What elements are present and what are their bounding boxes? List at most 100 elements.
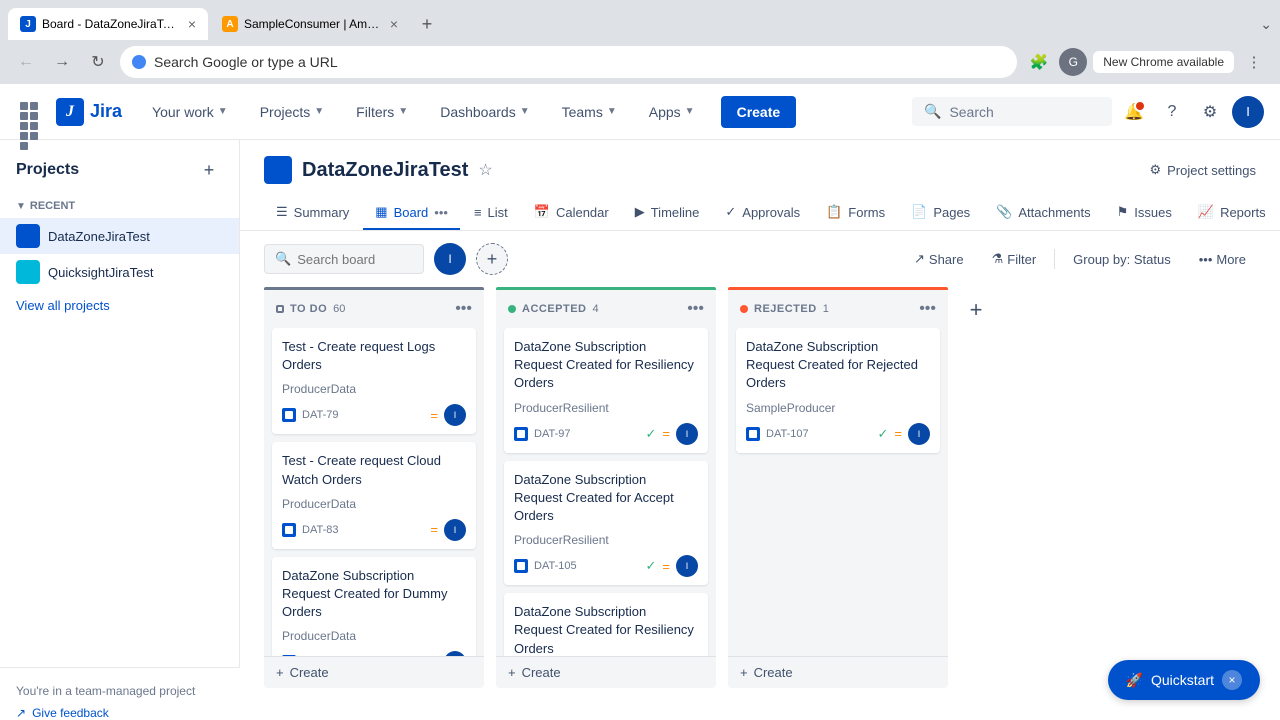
project-settings-button[interactable]: ⚙ Project settings [1149,162,1256,178]
tab-pages[interactable]: 📄 Pages [899,196,982,230]
board-user-avatar[interactable]: I [434,243,466,275]
user-avatar[interactable]: I [1232,96,1264,128]
filter-button[interactable]: ⚗ Filter [982,245,1047,273]
apps-grid-icon[interactable] [16,98,44,126]
issues-icon: ⚑ [1117,204,1129,220]
tab-calendar[interactable]: 📅 Calendar [522,196,621,230]
settings-button[interactable]: ⚙ [1194,96,1226,128]
address-bar[interactable]: Search Google or type a URL [120,46,1017,78]
board-icon: ▦ [375,204,387,220]
nav-your-work[interactable]: Your work ▼ [142,98,238,126]
board-nav-tabs: ☰ Summary ▦ Board ••• ≡ List 📅 Calend [264,196,1256,230]
quickstart-button[interactable]: 🚀 Quickstart × [1108,660,1260,700]
search-box[interactable]: 🔍 Search [912,97,1112,126]
give-feedback-link[interactable]: ↗ Give feedback [16,698,224,720]
tab-overflow-button[interactable]: ⌄ [1260,16,1272,33]
rejected-column-cards: DataZone Subscription Request Created fo… [728,328,948,656]
jira-sidebar: Projects + ▼ RECENT DataZoneJiraTest Qui… [0,140,240,720]
card-dat105[interactable]: DataZone Subscription Request Created fo… [504,461,708,586]
jira-app: J Jira Your work ▼ Projects ▼ Filters ▼ … [0,84,1280,720]
todo-column-cards: Test - Create request Logs Orders Produc… [264,328,484,656]
board-toolbar: 🔍 I + ↗ Share ⚗ Filter Group [240,231,1280,287]
tab-summary[interactable]: ☰ Summary [264,196,361,230]
new-chrome-banner[interactable]: New Chrome available [1093,51,1234,73]
card-dat109[interactable]: DataZone Subscription Request Created fo… [272,557,476,656]
rejected-create-label: Create [754,665,793,680]
accepted-create-button[interactable]: + Create [496,656,716,688]
browser-tab-2[interactable]: A SampleConsumer | Amazon C... × [210,8,410,40]
card-type-icon [514,427,528,441]
share-button[interactable]: ↗ Share [904,245,974,273]
tab2-close[interactable]: × [390,16,398,32]
board-search-input[interactable] [297,252,413,267]
extensions-button[interactable]: 🧩 [1025,48,1053,76]
rejected-column-menu[interactable]: ••• [919,300,936,318]
board-title: DataZoneJiraTest [302,159,468,182]
board-header: DataZoneJiraTest ☆ ⚙ Project settings ☰ … [240,140,1280,231]
forms-icon: 📋 [826,204,842,220]
tab-list[interactable]: ≡ List [462,197,520,230]
card-dat83-footer: DAT-83 = I [282,519,466,541]
nav-apps[interactable]: Apps ▼ [639,98,705,126]
notifications-button[interactable]: 🔔 [1118,96,1150,128]
add-column-button[interactable]: + [960,297,992,323]
jira-logo[interactable]: J Jira [56,98,122,126]
card-dat101[interactable]: DataZone Subscription Request Created fo… [504,593,708,656]
tab-forms[interactable]: 📋 Forms [814,196,897,230]
todo-create-icon: + [276,665,284,680]
nav-filters[interactable]: Filters ▼ [346,98,418,126]
tab-attachments[interactable]: 📎 Attachments [984,196,1102,230]
help-button[interactable]: ? [1156,96,1188,128]
priority-icon: = [430,408,438,423]
profile-button[interactable]: G [1059,48,1087,76]
card-dat105-id: DAT-105 [534,560,640,572]
back-button[interactable]: ← [12,48,40,76]
sidebar-add-button[interactable]: + [195,156,223,184]
card-dat97-author: ProducerResilient [514,401,698,415]
tab1-close[interactable]: × [188,16,196,32]
tab-timeline[interactable]: ▶ Timeline [623,196,712,230]
nav-projects[interactable]: Projects ▼ [250,98,334,126]
todo-create-button[interactable]: + Create [264,656,484,688]
card-dat97-footer: DAT-97 ✓ = I [514,423,698,445]
sidebar-item-quicksighttest[interactable]: QuicksightJiraTest [0,254,239,290]
group-by-button[interactable]: Group by: Status [1063,246,1181,273]
tab-board[interactable]: ▦ Board ••• [363,196,460,230]
column-rejected: REJECTED 1 ••• DataZone Subscription Req… [728,287,948,688]
sidebar-recent-label: ▼ RECENT [0,196,239,218]
card-dat97[interactable]: DataZone Subscription Request Created fo… [504,328,708,453]
priority-icon: = [662,559,670,574]
browser-tab-1[interactable]: J Board - DataZoneJiraTest - J... × [8,8,208,40]
tab-issues[interactable]: ⚑ Issues [1105,196,1184,230]
attachments-icon: 📎 [996,204,1012,220]
board-search-box[interactable]: 🔍 [264,244,424,274]
card-dat107-title: DataZone Subscription Request Created fo… [746,338,930,393]
board-add-member-button[interactable]: + [476,243,508,275]
quickstart-close-button[interactable]: × [1222,670,1242,690]
sidebar-item-datazonetest[interactable]: DataZoneJiraTest [0,218,239,254]
accepted-column-menu[interactable]: ••• [687,300,704,318]
rejected-create-button[interactable]: + Create [728,656,948,688]
create-button[interactable]: Create [721,96,797,128]
tab-approvals[interactable]: ✓ Approvals [713,196,812,230]
card-type-icon [282,408,296,422]
view-all-projects-link[interactable]: View all projects [0,290,239,321]
menu-button[interactable]: ⋮ [1240,48,1268,76]
star-button[interactable]: ☆ [478,160,492,180]
refresh-button[interactable]: ↻ [84,48,112,76]
forward-button[interactable]: → [48,48,76,76]
card-dat101-title: DataZone Subscription Request Created fo… [514,603,698,656]
browser-toolbar: ← → ↻ Search Google or type a URL 🧩 G Ne… [0,40,1280,84]
nav-teams[interactable]: Teams ▼ [552,98,627,126]
recent-chevron: ▼ [16,201,26,212]
card-dat83[interactable]: Test - Create request Cloud Watch Orders… [272,442,476,548]
card-dat107[interactable]: DataZone Subscription Request Created fo… [736,328,940,453]
card-dat105-author: ProducerResilient [514,533,698,547]
card-dat79[interactable]: Test - Create request Logs Orders Produc… [272,328,476,434]
new-tab-button[interactable]: + [412,9,442,39]
nav-dashboards[interactable]: Dashboards ▼ [430,98,539,126]
todo-column-menu[interactable]: ••• [455,300,472,318]
check-icon: ✓ [878,426,889,442]
tab-reports[interactable]: 📈 Reports [1186,196,1278,230]
more-button[interactable]: ••• More [1189,246,1256,273]
